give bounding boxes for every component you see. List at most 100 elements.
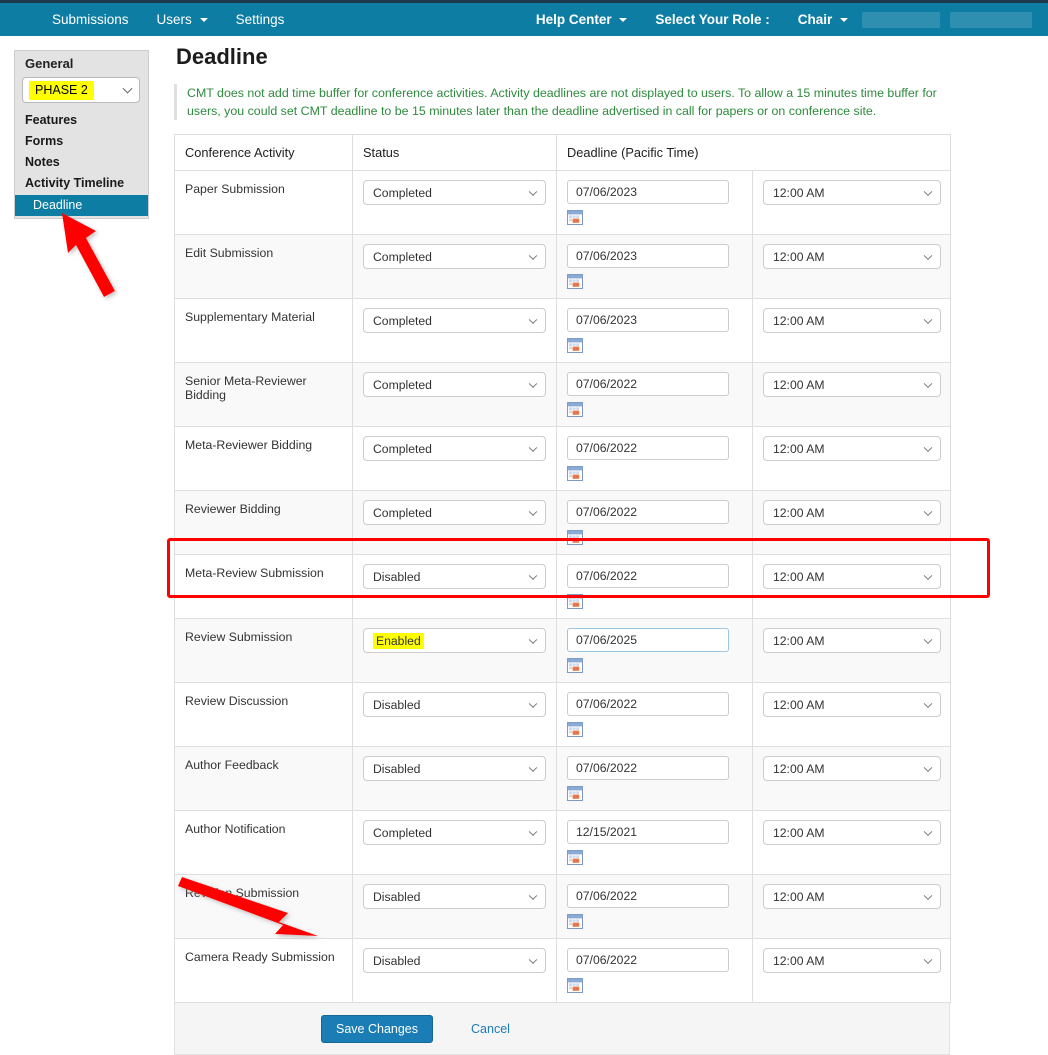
- deadline-time-select[interactable]: 12:00 AM: [763, 692, 941, 717]
- deadline-date-input[interactable]: [567, 692, 729, 716]
- phase-select[interactable]: PHASE 2: [22, 77, 140, 103]
- nav-item-users[interactable]: Users: [143, 3, 222, 36]
- deadline-time-select[interactable]: 12:00 AM: [763, 884, 941, 909]
- calendar-icon[interactable]: [567, 658, 583, 673]
- cell-date: [556, 618, 753, 683]
- deadline-time-select[interactable]: 12:00 AM: [763, 756, 941, 781]
- calendar-icon[interactable]: [567, 594, 583, 609]
- cell-date: [556, 234, 753, 299]
- deadline-time-select[interactable]: 12:00 AM: [763, 628, 941, 653]
- cell-status: Disabled: [352, 874, 557, 939]
- deadline-date-input[interactable]: [567, 884, 729, 908]
- deadline-date-input[interactable]: [567, 628, 729, 652]
- status-select[interactable]: Disabled: [363, 948, 546, 973]
- calendar-icon[interactable]: [567, 402, 583, 417]
- calendar-icon[interactable]: [567, 530, 583, 545]
- calendar-icon[interactable]: [567, 210, 583, 225]
- cell-time: 12:00 AM: [751, 170, 952, 235]
- cell-time: 12:00 AM: [751, 618, 952, 683]
- nav-item-role-chair[interactable]: Chair: [784, 3, 862, 36]
- chevron-down-icon: [923, 379, 933, 388]
- deadline-time-select[interactable]: 12:00 AM: [763, 564, 941, 589]
- activity-label: Review Submission: [185, 630, 293, 644]
- chevron-down-icon: [923, 635, 933, 644]
- sidebar-item-notes[interactable]: Notes: [15, 152, 148, 173]
- table-row: Review Submission Enabled 12:00 AM: [174, 618, 952, 683]
- status-select[interactable]: Completed: [363, 372, 546, 397]
- status-select[interactable]: Completed: [363, 500, 546, 525]
- status-select-value: Completed: [373, 249, 432, 264]
- deadline-time-value: 12:00 AM: [773, 633, 825, 648]
- sidebar-item-features[interactable]: Features: [15, 110, 148, 131]
- table-row: Reviewer Bidding Completed 12:00 AM: [174, 490, 952, 555]
- nav-item-settings[interactable]: Settings: [222, 3, 299, 36]
- sidebar-item-deadline[interactable]: Deadline: [15, 195, 148, 216]
- deadline-date-input[interactable]: [567, 500, 729, 524]
- deadline-time-select[interactable]: 12:00 AM: [763, 180, 941, 205]
- cell-activity: Supplementary Material: [174, 298, 353, 363]
- cell-status: Completed: [352, 234, 557, 299]
- status-select[interactable]: Completed: [363, 820, 546, 845]
- sidebar-item-forms[interactable]: Forms: [15, 131, 148, 152]
- calendar-icon[interactable]: [567, 914, 583, 929]
- cell-time: 12:00 AM: [751, 746, 952, 811]
- cell-date: [556, 810, 753, 875]
- status-select[interactable]: Completed: [363, 180, 546, 205]
- status-select[interactable]: Disabled: [363, 564, 546, 589]
- deadline-date-input[interactable]: [567, 372, 729, 396]
- deadline-date-input[interactable]: [567, 436, 729, 460]
- sidebar-heading-general: General: [25, 56, 74, 71]
- calendar-icon[interactable]: [567, 338, 583, 353]
- chevron-down-icon: [528, 635, 538, 644]
- activity-label: Meta-Reviewer Bidding: [185, 438, 313, 452]
- deadline-time-select[interactable]: 12:00 AM: [763, 948, 941, 973]
- deadline-date-input[interactable]: [567, 308, 729, 332]
- deadline-date-input[interactable]: [567, 564, 729, 588]
- activity-label: Paper Submission: [185, 182, 285, 196]
- calendar-icon[interactable]: [567, 978, 583, 993]
- deadline-time-select[interactable]: 12:00 AM: [763, 308, 941, 333]
- calendar-icon[interactable]: [567, 850, 583, 865]
- deadline-time-select[interactable]: 12:00 AM: [763, 436, 941, 461]
- calendar-icon[interactable]: [567, 722, 583, 737]
- cell-status: Disabled: [352, 554, 557, 619]
- status-select[interactable]: Completed: [363, 308, 546, 333]
- calendar-icon[interactable]: [567, 466, 583, 481]
- deadline-time-value: 12:00 AM: [773, 889, 825, 904]
- nav-item-help-center-label: Help Center: [535, 12, 612, 27]
- cell-activity: Paper Submission: [174, 170, 353, 235]
- main-content: Deadline CMT does not add time buffer fo…: [174, 44, 964, 1055]
- chevron-down-icon: [923, 571, 933, 580]
- status-select[interactable]: Disabled: [363, 756, 546, 781]
- sidebar-item-activity-timeline[interactable]: Activity Timeline: [15, 173, 148, 194]
- cell-time: 12:00 AM: [751, 490, 952, 555]
- cell-time: 12:00 AM: [751, 426, 952, 491]
- deadline-time-select[interactable]: 12:00 AM: [763, 820, 941, 845]
- calendar-icon[interactable]: [567, 786, 583, 801]
- cell-activity: Author Feedback: [174, 746, 353, 811]
- calendar-icon[interactable]: [567, 274, 583, 289]
- nav-item-submissions[interactable]: Submissions: [38, 3, 143, 36]
- deadline-date-input[interactable]: [567, 948, 729, 972]
- deadline-time-select[interactable]: 12:00 AM: [763, 500, 941, 525]
- deadline-time-select[interactable]: 12:00 AM: [763, 372, 941, 397]
- deadline-date-input[interactable]: [567, 756, 729, 780]
- nav-item-help-center[interactable]: Help Center: [522, 3, 642, 36]
- cell-time: 12:00 AM: [751, 938, 952, 1003]
- column-header-activity: Conference Activity: [174, 134, 353, 171]
- status-select[interactable]: Disabled: [363, 884, 546, 909]
- status-select[interactable]: Disabled: [363, 692, 546, 717]
- select-your-role-label: Select Your Role :: [655, 12, 770, 27]
- save-changes-button[interactable]: Save Changes: [321, 1014, 434, 1043]
- deadline-date-input[interactable]: [567, 244, 729, 268]
- deadline-time-select[interactable]: 12:00 AM: [763, 244, 941, 269]
- deadline-date-input[interactable]: [567, 180, 729, 204]
- status-select[interactable]: Completed: [363, 436, 546, 461]
- status-select-value: Completed: [373, 505, 432, 520]
- status-select[interactable]: Enabled: [363, 628, 546, 653]
- activity-label: Review Discussion: [185, 694, 289, 708]
- status-select-value: Disabled: [373, 697, 421, 712]
- status-select[interactable]: Completed: [363, 244, 546, 269]
- cancel-link[interactable]: Cancel: [471, 1022, 510, 1036]
- deadline-date-input[interactable]: [567, 820, 729, 844]
